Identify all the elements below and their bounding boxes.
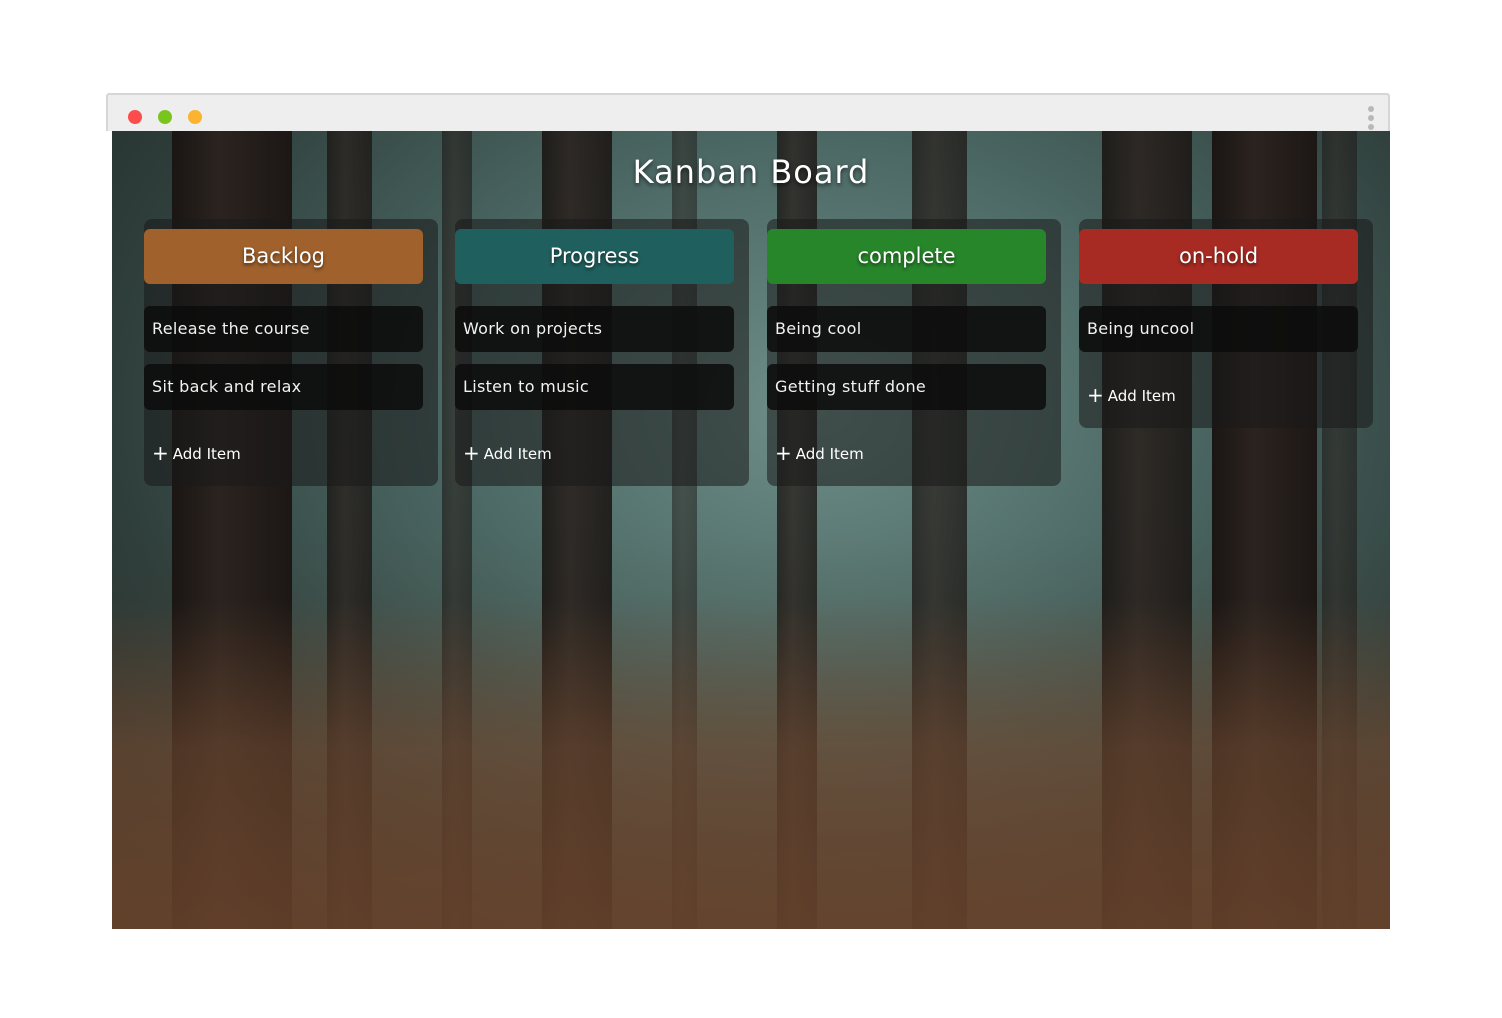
column-on-hold: on-hold Being uncool + Add Item	[1079, 219, 1373, 428]
column-progress: Progress Work on projects Listen to musi…	[455, 219, 749, 486]
add-item-button[interactable]: + Add Item	[152, 443, 241, 464]
minimize-window-button[interactable]	[158, 110, 172, 124]
add-item-button[interactable]: + Add Item	[775, 443, 864, 464]
add-item-label: Add Item	[172, 445, 241, 463]
kanban-card[interactable]: Being cool	[767, 306, 1046, 352]
background-ground	[112, 599, 1390, 929]
column-complete: complete Being cool Getting stuff done +…	[767, 219, 1061, 486]
kanban-card[interactable]: Work on projects	[455, 306, 734, 352]
kanban-card[interactable]: Sit back and relax	[144, 364, 423, 410]
column-header: Backlog	[144, 229, 423, 284]
plus-icon: +	[775, 441, 792, 465]
plus-icon: +	[463, 441, 480, 465]
column-backlog: Backlog Release the course Sit back and …	[144, 219, 438, 486]
plus-icon: +	[152, 441, 169, 465]
more-options-icon[interactable]	[1368, 106, 1374, 130]
add-item-button[interactable]: + Add Item	[1087, 385, 1176, 406]
add-item-label: Add Item	[795, 445, 864, 463]
kanban-card[interactable]: Release the course	[144, 306, 423, 352]
kanban-card[interactable]: Getting stuff done	[767, 364, 1046, 410]
kanban-card[interactable]: Listen to music	[455, 364, 734, 410]
page-viewport: Kanban Board Backlog Release the course …	[112, 131, 1390, 929]
browser-window: Kanban Board Backlog Release the course …	[106, 93, 1390, 929]
page-title: Kanban Board	[632, 153, 870, 191]
add-item-button[interactable]: + Add Item	[463, 443, 552, 464]
maximize-window-button[interactable]	[188, 110, 202, 124]
kanban-card[interactable]: Being uncool	[1079, 306, 1358, 352]
column-header: on-hold	[1079, 229, 1358, 284]
add-item-label: Add Item	[483, 445, 552, 463]
column-header: complete	[767, 229, 1046, 284]
close-window-button[interactable]	[128, 110, 142, 124]
add-item-label: Add Item	[1107, 387, 1176, 405]
column-header: Progress	[455, 229, 734, 284]
browser-titlebar	[106, 93, 1390, 131]
plus-icon: +	[1087, 383, 1104, 407]
